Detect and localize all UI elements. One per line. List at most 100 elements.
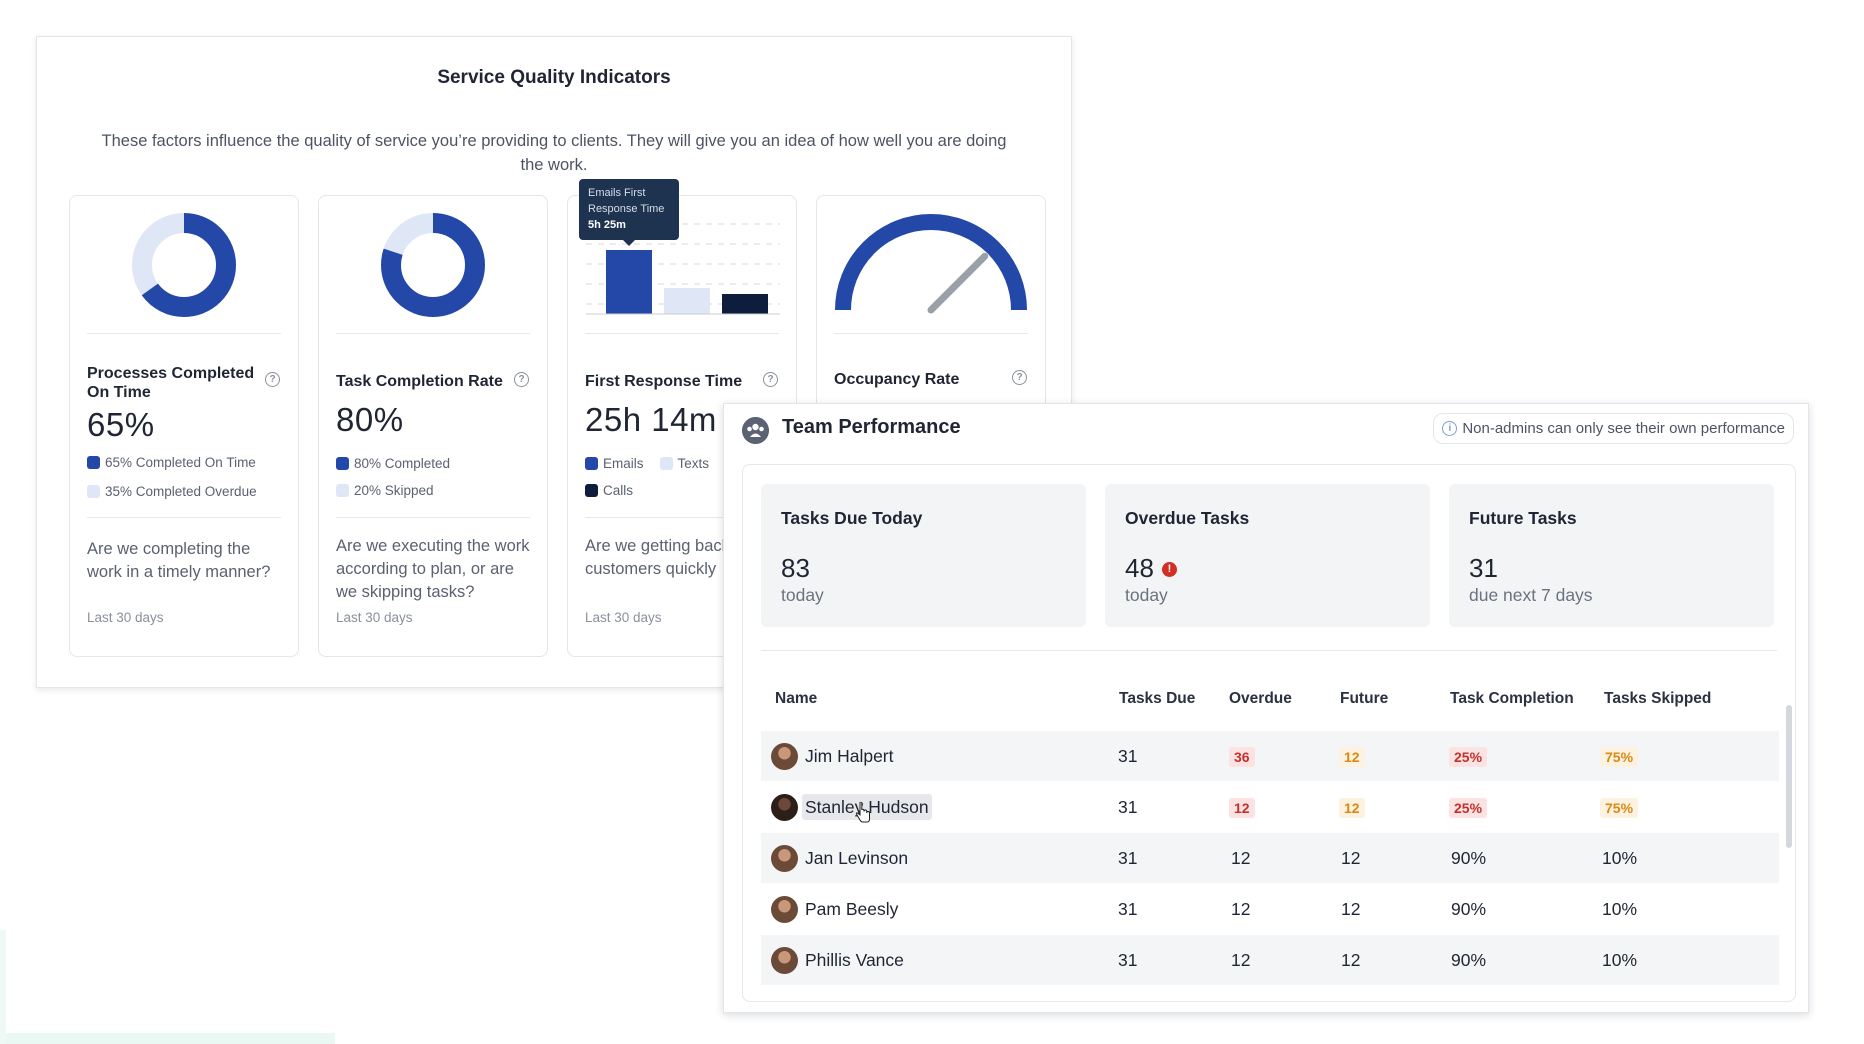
cell-tasks-due: 31 (1118, 797, 1138, 817)
team-icon (742, 417, 769, 444)
table-row[interactable]: Phillis Vance 31 12 12 90% 10% (761, 935, 1779, 985)
cell-task-completion: 25% (1449, 798, 1488, 819)
panel-title: Team Performance (782, 416, 961, 438)
donut-chart (381, 213, 485, 317)
legend-item: 80% Completed (336, 456, 450, 471)
legend-label: Texts (677, 456, 710, 471)
metric-period: Last 30 days (585, 610, 662, 625)
row-name[interactable]: Pam Beesly (805, 884, 898, 934)
metric-name: Occupancy Rate (834, 371, 960, 388)
legend-swatch (87, 485, 100, 498)
help-icon[interactable]: ? (265, 372, 280, 387)
cell-task-completion: 90% (1451, 950, 1487, 970)
tooltip-value: 5h 25m (588, 219, 626, 231)
notice-text: Non-admins can only see their own perfor… (1462, 420, 1785, 437)
avatar (771, 845, 798, 872)
column-header-name[interactable]: Name (775, 690, 817, 708)
stat-value: 48 (1125, 553, 1154, 583)
cell-overdue: 36 (1229, 747, 1255, 768)
metric-name: Processes Completed On Time (87, 365, 255, 401)
card-divider (834, 333, 1028, 334)
gauge-chart (835, 214, 1027, 314)
stat-card-overdue-tasks[interactable]: Overdue Tasks 48 ! today (1105, 484, 1430, 627)
stat-label: Tasks Due Today (781, 508, 923, 528)
legend-item: Calls (585, 483, 633, 498)
cell-task-completion: 90% (1451, 848, 1487, 868)
help-icon[interactable]: ? (514, 372, 529, 387)
metric-question: Are we executing the work according to p… (336, 537, 530, 601)
metric-period: Last 30 days (336, 610, 413, 625)
legend-swatch (659, 457, 673, 470)
card-divider (336, 517, 530, 518)
card-divider (585, 333, 779, 334)
avatar (771, 794, 798, 821)
metric-name: First Response Time (585, 373, 743, 390)
cell-task-completion: 25% (1449, 747, 1488, 768)
stat-value: 83 (781, 553, 810, 583)
avatar (771, 743, 798, 770)
team-performance-panel: Team Performance i Non-admins can only s… (723, 403, 1809, 1013)
help-icon[interactable]: ? (1012, 370, 1027, 385)
bar-emails[interactable] (606, 250, 652, 314)
stat-sub: today (1125, 585, 1168, 605)
legend-item: 35% Completed Overdue (87, 484, 257, 499)
table-row[interactable]: Jan Levinson 31 12 12 90% 10% (761, 833, 1779, 883)
row-name[interactable]: Jan Levinson (805, 833, 908, 883)
gauge-needle (927, 252, 989, 314)
bar-tooltip: Emails First Response Time 5h 25m (579, 179, 679, 246)
pointer-cursor-icon (855, 802, 870, 823)
stat-card-future-tasks[interactable]: Future Tasks 31 due next 7 days (1449, 484, 1774, 627)
tooltip-line: Response Time (588, 203, 665, 215)
stat-card-tasks-due-today[interactable]: Tasks Due Today 83 today (761, 484, 1086, 627)
table-scrollbar[interactable] (1786, 705, 1792, 848)
card-divider (336, 333, 530, 334)
metric-card-task-completion[interactable]: Task Completion Rate ? 80% 80% Completed… (318, 195, 548, 657)
stat-label: Overdue Tasks (1125, 508, 1250, 528)
metric-value: 65% (87, 406, 155, 443)
row-name[interactable]: Phillis Vance (805, 935, 904, 985)
column-header-tasks-skipped[interactable]: Tasks Skipped (1604, 690, 1711, 708)
legend-item: 20% Skipped (336, 483, 434, 498)
metric-name: Task Completion Rate (336, 373, 503, 390)
cell-future: 12 (1341, 848, 1361, 868)
row-name[interactable]: Jim Halpert (805, 731, 894, 781)
cell-overdue: 12 (1231, 899, 1251, 919)
table-row[interactable]: Jim Halpert 31 36 12 25% 75% (761, 731, 1779, 781)
column-header-overdue[interactable]: Overdue (1229, 690, 1292, 708)
stat-sub: due next 7 days (1469, 585, 1593, 605)
column-header-future[interactable]: Future (1340, 690, 1388, 708)
legend-item: Emails Texts (585, 456, 709, 471)
cell-overdue: 12 (1231, 848, 1251, 868)
metric-card-processes-on-time[interactable]: Processes Completed On Time ? 65% 65% Co… (69, 195, 299, 657)
bar-texts[interactable] (664, 288, 710, 314)
permission-notice: i Non-admins can only see their own perf… (1433, 413, 1794, 444)
help-icon[interactable]: ? (763, 372, 778, 387)
cell-tasks-skipped: 75% (1600, 747, 1639, 768)
stat-label: Future Tasks (1469, 508, 1577, 528)
cell-future: 12 (1339, 747, 1365, 768)
table-row[interactable]: Pam Beesly 31 12 12 90% 10% (761, 884, 1779, 934)
legend-swatch (585, 484, 598, 497)
column-header-tasks-due[interactable]: Tasks Due (1119, 690, 1195, 708)
avatar (771, 947, 798, 974)
card-divider (87, 517, 281, 518)
cell-tasks-due: 31 (1118, 848, 1138, 868)
panel-description: These factors influence the quality of s… (101, 132, 1007, 174)
stat-sub: today (781, 585, 824, 605)
cell-future: 12 (1341, 899, 1361, 919)
donut-chart (132, 213, 236, 317)
decorative-edge (0, 930, 6, 1044)
metric-value: 25h 14m (585, 401, 717, 438)
legend-label: 20% Skipped (354, 483, 434, 498)
cell-tasks-due: 31 (1118, 899, 1138, 919)
legend-label: Emails (603, 456, 644, 471)
bar-calls[interactable] (722, 294, 768, 314)
panel-title: Service Quality Indicators (437, 67, 671, 88)
card-divider (87, 333, 281, 334)
cell-tasks-due: 31 (1118, 746, 1138, 766)
section-divider (761, 650, 1777, 651)
table-row[interactable]: Stanley Hudson 31 12 12 25% 75% (761, 782, 1779, 832)
column-header-task-completion[interactable]: Task Completion (1450, 690, 1574, 708)
legend-swatch (585, 457, 598, 470)
cell-overdue: 12 (1231, 950, 1251, 970)
